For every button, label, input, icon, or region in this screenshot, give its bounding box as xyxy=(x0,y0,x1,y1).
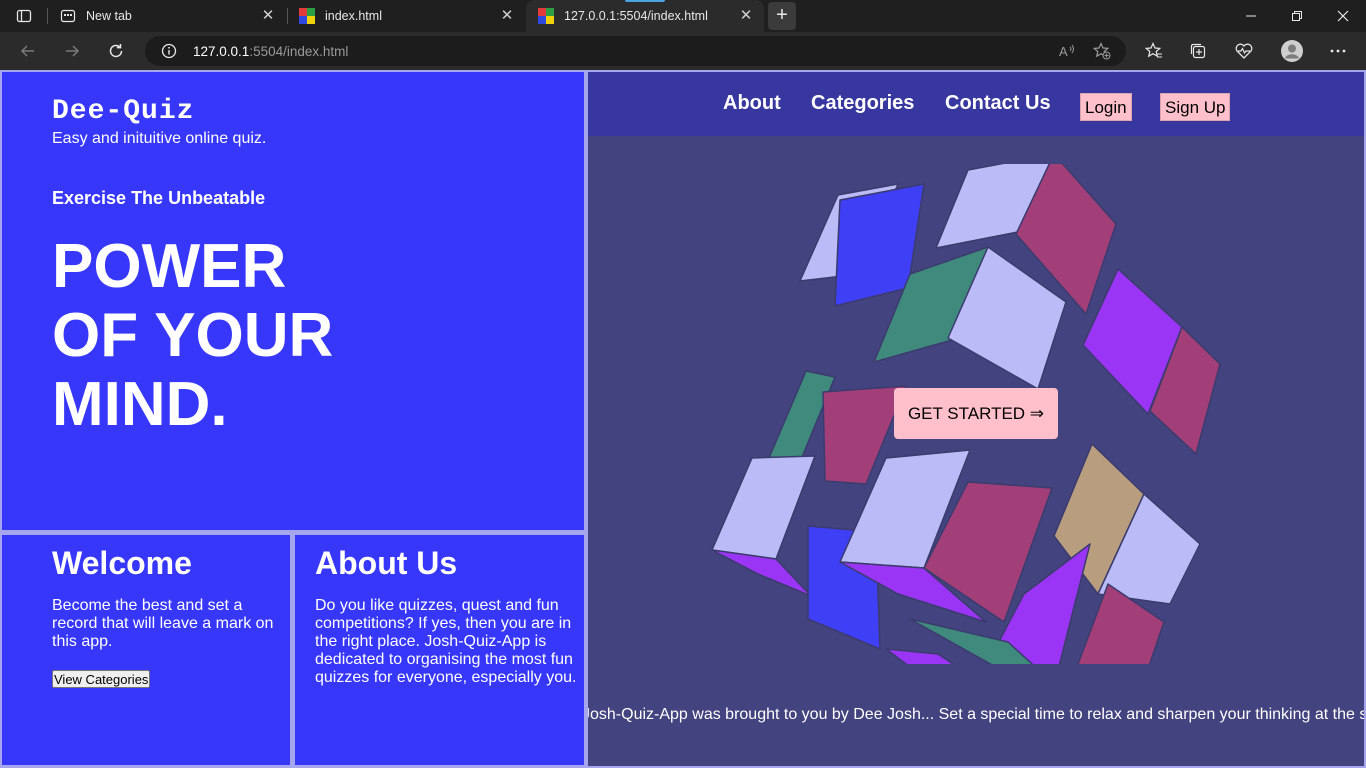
url-path: :5504/index.html xyxy=(249,44,349,59)
site-nav: About Categories Contact Us Login Sign U… xyxy=(588,72,1364,136)
hero-headline: POWER OF YOUR MIND. xyxy=(52,232,452,439)
forward-icon[interactable] xyxy=(58,38,86,64)
close-tab-icon[interactable]: ✕ xyxy=(260,8,276,24)
nav-link-about[interactable]: About xyxy=(723,92,781,115)
minimize-icon[interactable] xyxy=(1228,0,1274,32)
tab-title: New tab xyxy=(86,9,132,23)
quiz-favicon-icon xyxy=(538,8,554,24)
refresh-icon[interactable] xyxy=(102,38,130,64)
url-host: 127.0.0.1 xyxy=(193,44,250,59)
tab-index-html[interactable]: index.html ✕ xyxy=(287,0,525,32)
address-bar[interactable]: 127.0.0.1:5504/index.html A xyxy=(145,36,1126,66)
right-showcase: About Categories Contact Us Login Sign U… xyxy=(588,72,1364,766)
about-text: Do you like quizzes, quest and fun compe… xyxy=(315,597,577,686)
headline-line: MIND. xyxy=(52,370,228,439)
tab-active-localhost[interactable]: 127.0.0.1:5504/index.html ✕ xyxy=(526,0,764,32)
get-started-button[interactable]: GET STARTED ⇒ xyxy=(894,388,1058,439)
view-categories-button[interactable]: View Categories xyxy=(52,670,151,688)
info-icon[interactable] xyxy=(161,43,177,59)
page-viewport: Dee-Quiz Easy and inituitive online quiz… xyxy=(0,70,1366,768)
browser-toolbar: 127.0.0.1:5504/index.html A xyxy=(0,32,1366,70)
welcome-title: Welcome xyxy=(52,545,192,581)
tab-title: index.html xyxy=(325,9,382,23)
add-favorite-icon[interactable] xyxy=(1093,42,1111,60)
welcome-text: Become the best and set a record that wi… xyxy=(52,597,274,650)
hero-panel: Dee-Quiz Easy and inituitive online quiz… xyxy=(2,72,584,530)
site-brand[interactable]: Dee-Quiz xyxy=(52,96,194,127)
close-tab-icon[interactable]: ✕ xyxy=(738,8,754,24)
url-text[interactable]: 127.0.0.1:5504/index.html xyxy=(193,44,348,59)
close-tab-icon[interactable]: ✕ xyxy=(499,8,515,24)
profile-icon[interactable] xyxy=(1280,39,1304,63)
about-panel: About Us Do you like quizzes, quest and … xyxy=(295,535,584,765)
browser-tab-bar: New tab ✕ index.html ✕ 127.0.0.1:5504/in… xyxy=(0,0,1366,32)
signup-button[interactable]: Sign Up xyxy=(1160,93,1231,121)
nav-link-categories[interactable]: Categories xyxy=(811,92,914,115)
back-icon[interactable] xyxy=(14,38,42,64)
nav-link-contact[interactable]: Contact Us xyxy=(945,92,1051,115)
about-title: About Us xyxy=(315,545,458,581)
hero-kicker: Exercise The Unbeatable xyxy=(52,188,266,208)
login-button[interactable]: Login xyxy=(1080,93,1132,121)
svg-text:A: A xyxy=(1059,44,1068,59)
more-icon[interactable] xyxy=(1328,41,1348,61)
restore-icon[interactable] xyxy=(1274,0,1320,32)
favorites-icon[interactable] xyxy=(1144,41,1164,61)
headline-line: OF YOUR xyxy=(52,301,334,370)
close-window-icon[interactable] xyxy=(1320,0,1366,32)
scrolling-marquee: Josh-Quiz-App was brought to you by Dee … xyxy=(588,706,1364,723)
tab-actions-icon[interactable] xyxy=(8,4,40,28)
tab-new-tab[interactable]: New tab ✕ xyxy=(48,0,286,32)
collections-icon[interactable] xyxy=(1188,41,1208,61)
read-aloud-icon[interactable]: A xyxy=(1058,42,1076,60)
browser-essentials-icon[interactable] xyxy=(1234,41,1254,61)
welcome-panel: Welcome Become the best and set a record… xyxy=(2,535,290,765)
headline-line: POWER xyxy=(52,232,287,301)
new-tab-icon xyxy=(60,9,76,23)
tab-title: 127.0.0.1:5504/index.html xyxy=(564,9,708,23)
site-tagline: Easy and inituitive online quiz. xyxy=(52,130,267,147)
new-tab-button[interactable]: + xyxy=(768,2,796,30)
quiz-favicon-icon xyxy=(299,8,315,24)
